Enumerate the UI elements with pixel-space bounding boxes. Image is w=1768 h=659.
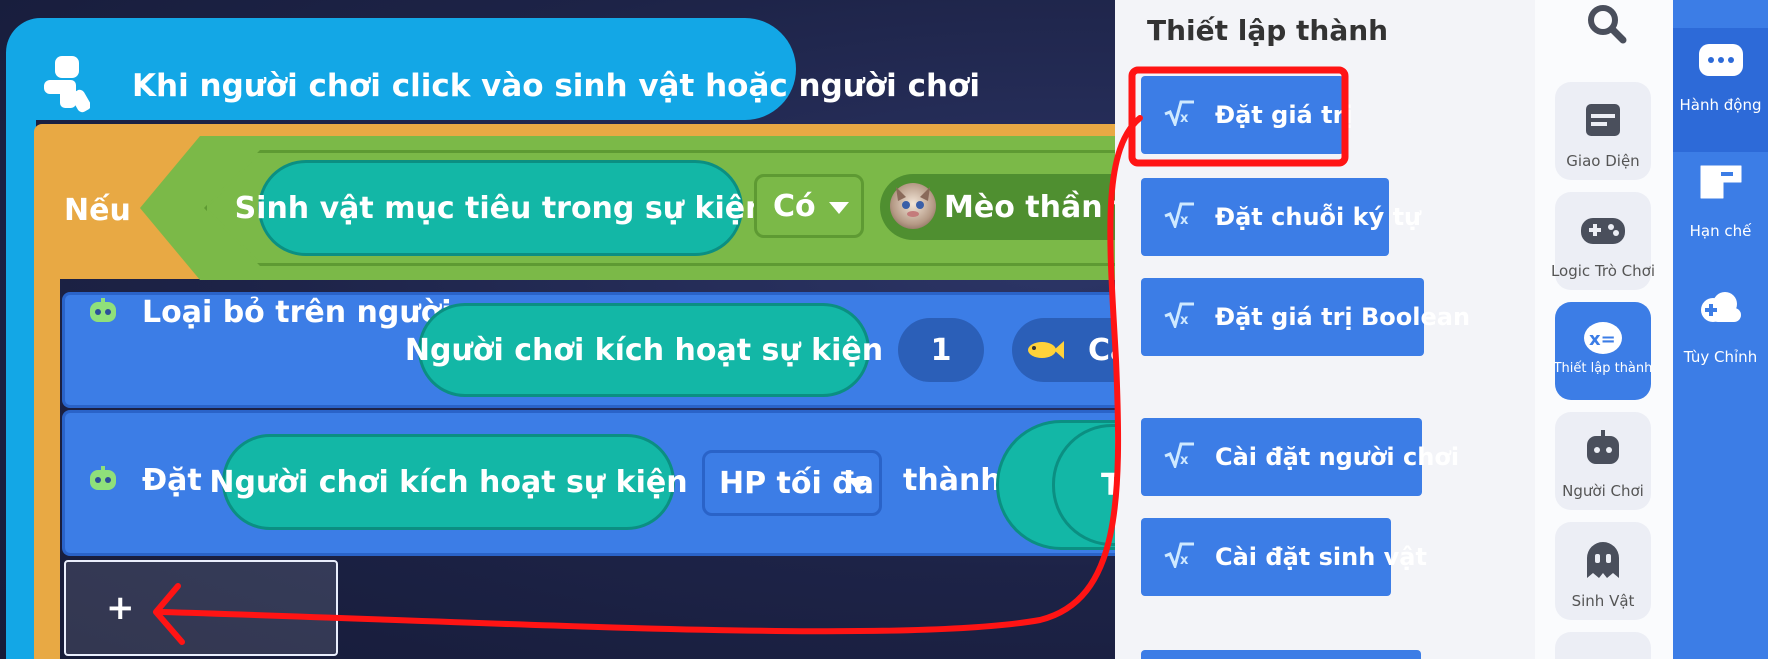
nav-actions-label: Hành động [1679,96,1762,114]
set-value-icon: x [1164,100,1194,126]
set-value-icon: x [1164,542,1194,568]
if-block-stem [34,270,60,659]
set-value-button[interactable]: x Đặt giá trị [1141,76,1353,154]
set-property-label: Đặt [142,463,202,498]
category-game-logic[interactable]: Logic Trò Chơi [1551,192,1655,290]
category-creature[interactable]: Sinh Vật [1555,522,1651,620]
category-set-value[interactable]: x= Thiết lập thành [1554,302,1652,400]
set-boolean-label: Đặt giá trị Boolean [1215,303,1471,331]
condition-target-pill[interactable]: Sinh vật mục tiêu trong sự kiện [235,160,766,256]
condition-target-label: Sinh vật mục tiêu trong sự kiện [234,190,767,226]
creature-settings-button[interactable]: x Cài đặt sinh vật [1141,518,1427,596]
svg-text:x: x [1180,213,1189,228]
set-property-value-label: T [1101,467,1115,503]
category-player-label: Người Chơi [1562,482,1644,500]
svg-text:x: x [1180,453,1189,468]
gamepad-icon [1581,218,1625,244]
set-property-target-label: Người chơi kích hoạt sự kiện [209,464,688,500]
condition-operator-dropdown[interactable]: Có [754,174,864,238]
category-ui[interactable]: Giao Diện [1555,82,1651,180]
remove-item-amount-input[interactable]: 1 [898,318,984,382]
nav-custom-label: Tùy Chỉnh [1683,348,1758,366]
robot-icon [90,466,116,490]
remove-item-item-label: Cá [1088,332,1115,368]
nav-actions[interactable]: Hành động [1673,28,1768,152]
condition-creature-label: Mèo thần tài [944,189,1115,225]
chat-dots-icon [1699,44,1743,76]
category-set-value-label: Thiết lập thành [1553,361,1653,376]
svg-text:x=: x= [1589,329,1616,350]
player-settings-button[interactable]: x Cài đặt người chơi [1141,418,1459,496]
creature-settings-label: Cài đặt sinh vật [1215,543,1427,571]
cloud-plus-icon [1701,292,1741,322]
set-property-dropdown[interactable]: HP tối đa [702,450,882,516]
chevron-down-icon [847,478,867,490]
window-icon [1586,104,1620,136]
svg-text:x: x [1180,553,1189,568]
puzzle-icon [1700,165,1742,199]
player-settings-label: Cài đặt người chơi [1215,443,1460,471]
remove-item-label: Loại bỏ trên người [142,295,452,330]
add-block-label: + [106,588,135,628]
chevron-down-icon [829,202,849,214]
set-property-connector: thành [903,463,1002,498]
robot-icon [90,298,116,322]
category-creature-label: Sinh Vật [1571,592,1635,610]
set-value-icon: x [1164,302,1194,328]
set-property-target-pill[interactable]: Người chơi kích hoạt sự kiện [209,434,688,530]
nav-custom[interactable]: Tùy Chỉnh [1673,278,1768,402]
event-block[interactable]: Khi người chơi click vào sinh vật hoặc n… [6,18,980,120]
remove-item-amount-value: 1 [930,332,952,368]
more-blocks-edge [1141,650,1421,659]
block-palette-panel: Thiết lập thành x Đặt giá trị x Đặt chuỗ… [1115,0,1535,659]
search-icon[interactable] [1585,2,1629,46]
player-click-icon [44,56,90,113]
if-block-label: Nếu [64,193,131,228]
set-value-label: Đặt giá trị [1215,101,1353,129]
event-block-stem [6,100,36,659]
set-value-icon: x [1164,442,1194,468]
remove-item-target-pill[interactable]: Người chơi kích hoạt sự kiện [405,303,883,397]
category-game-logic-label: Logic Trò Chơi [1550,262,1656,280]
set-boolean-button[interactable]: x Đặt giá trị Boolean [1141,278,1470,356]
condition-operator-label: Có [773,188,816,224]
add-block-button[interactable]: + [64,560,338,656]
category-ui-label: Giao Diện [1566,152,1640,170]
remove-item-target-label: Người chơi kích hoạt sự kiện [404,332,884,368]
svg-text:x: x [1180,111,1189,126]
nav-restrictions[interactable]: Hạn chế [1673,152,1768,276]
set-string-label: Đặt chuỗi ký tự [1215,203,1422,231]
cat-creature-icon [890,183,936,229]
set-value-icon: x [1164,202,1194,228]
svg-text:x: x [1180,313,1189,328]
ghost-icon [1587,542,1619,578]
event-block-label: Khi người chơi click vào sinh vật hoặc n… [132,68,980,104]
main-nav: Hành động Hạn chế Tùy Chỉnh [1673,0,1768,659]
nav-restrictions-label: Hạn chế [1689,222,1752,240]
fish-icon [1028,341,1064,359]
category-player[interactable]: Người Chơi [1555,412,1651,510]
palette-title: Thiết lập thành [1147,14,1389,47]
category-more[interactable] [1555,632,1651,659]
set-string-button[interactable]: x Đặt chuỗi ký tự [1141,178,1421,256]
category-sidebar: Giao Diện Logic Trò Chơi x= Thiết lập th… [1535,0,1673,659]
robot-icon [1587,430,1619,464]
set-value-icon: x= [1584,322,1622,354]
script-canvas[interactable]: Khi người chơi click vào sinh vật hoặc n… [0,0,1115,659]
